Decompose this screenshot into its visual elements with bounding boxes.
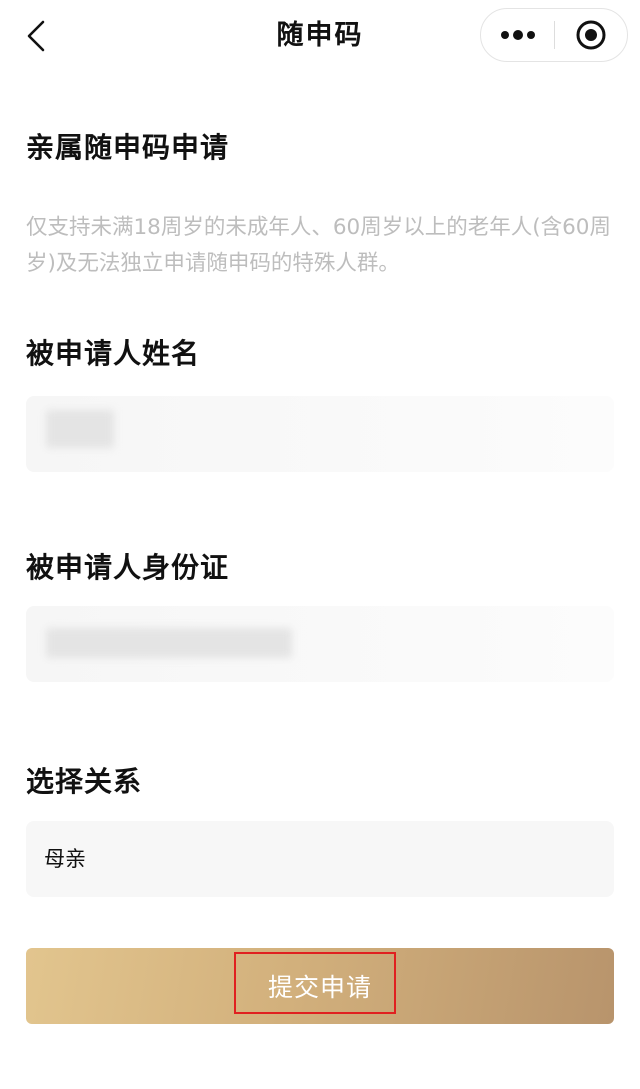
mini-program-capsule — [480, 8, 628, 62]
name-label: 被申请人姓名 — [26, 337, 201, 370]
navigation-bar: 随申码 — [0, 0, 640, 72]
more-button[interactable] — [481, 9, 555, 61]
relation-value: 母亲 — [44, 847, 86, 871]
id-label: 被申请人身份证 — [26, 551, 230, 584]
relation-select[interactable]: 母亲 — [26, 821, 614, 897]
submit-button[interactable]: 提交申请 — [26, 948, 614, 1024]
target-circle-icon — [576, 20, 606, 50]
close-mini-program-button[interactable] — [555, 9, 627, 61]
eligibility-description: 仅支持未满18周岁的未成年人、60周岁以上的老年人(含60周岁)及无法独立申请随… — [26, 215, 611, 276]
form-heading: 亲属随申码申请 — [26, 131, 230, 164]
more-dots-icon — [501, 30, 535, 40]
name-input[interactable] — [26, 396, 614, 472]
redacted-id-number — [46, 628, 292, 658]
relation-label: 选择关系 — [26, 765, 143, 798]
id-number-input[interactable] — [26, 606, 614, 682]
redacted-name — [46, 410, 114, 448]
submit-label: 提交申请 — [267, 973, 372, 1002]
